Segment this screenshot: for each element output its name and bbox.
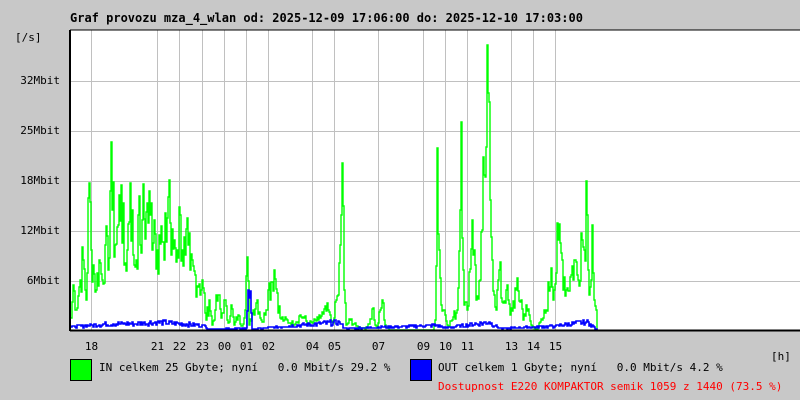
availability-text: Dostupnost E220 KOMPAKTOR semik 1059 z 1… — [438, 380, 783, 393]
legend-out-text: OUT celkem 1 Gbyte; nyní 0.0 Mbit/s 4.2 … — [438, 361, 723, 374]
legend-out-swatch — [410, 359, 432, 381]
traffic-graph: Graf provozu mza_4_wlan od: 2025-12-09 1… — [0, 0, 800, 400]
plot-area — [69, 29, 800, 332]
x-tick-label: 18 — [84, 340, 99, 353]
x-tick-label: 07 — [371, 340, 386, 353]
y-tick-label: 25Mbit — [20, 124, 60, 137]
x-tick-label: 11 — [460, 340, 475, 353]
x-tick-label: 15 — [548, 340, 563, 353]
y-tick-label: 18Mbit — [20, 174, 60, 187]
y-tick-label: 12Mbit — [20, 224, 60, 237]
legend-in-text: IN celkem 25 Gbyte; nyní 0.0 Mbit/s 29.2… — [99, 361, 391, 374]
y-axis-unit: [/s] — [15, 31, 42, 44]
legend-in-swatch — [70, 359, 92, 381]
x-axis-unit: [h] — [771, 350, 791, 363]
chart-title: Graf provozu mza_4_wlan od: 2025-12-09 1… — [70, 11, 583, 25]
y-tick-label: 32Mbit — [20, 74, 60, 87]
x-tick-label: 05 — [327, 340, 342, 353]
x-tick-label: 02 — [261, 340, 276, 353]
y-tick-label: 6Mbit — [26, 274, 60, 287]
